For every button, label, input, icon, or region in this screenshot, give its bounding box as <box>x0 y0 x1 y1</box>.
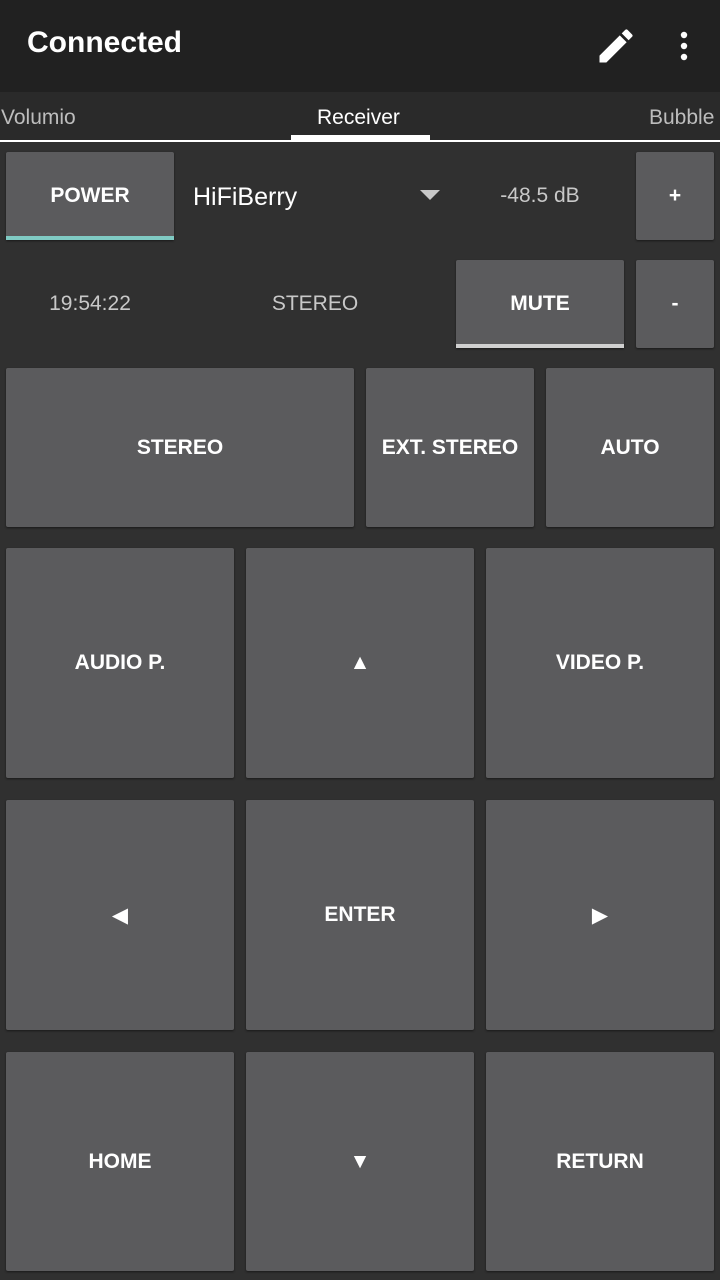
volume-level: -48.5 dB <box>500 184 580 207</box>
return-label: RETURN <box>556 1149 644 1173</box>
stereo-mode-label: STEREO <box>136 435 224 459</box>
power-button-label: POWER <box>50 184 130 207</box>
arrow-left-icon: ◀ <box>111 903 129 927</box>
more-options-button[interactable] <box>666 24 702 68</box>
app-bar: Connected <box>0 0 720 92</box>
volume-up-button[interactable]: + <box>636 152 714 240</box>
stereo-mode-button[interactable]: STEREO <box>6 368 354 527</box>
ext-stereo-mode-label: EXT. STEREO <box>381 435 519 459</box>
dropdown-arrow-icon <box>420 190 440 200</box>
power-state-indicator <box>6 236 174 240</box>
home-label: HOME <box>88 1149 152 1173</box>
tab-receiver[interactable]: Receiver <box>317 92 400 140</box>
tab-volumio[interactable]: Volumio <box>1 92 76 140</box>
arrow-right-icon: ▶ <box>591 903 609 927</box>
auto-mode-button[interactable]: AUTO <box>546 368 714 527</box>
volume-up-label: + <box>668 184 682 207</box>
right-button[interactable]: ▶ <box>486 800 714 1030</box>
enter-label: ENTER <box>324 903 396 926</box>
arrow-up-icon: ▲ <box>349 651 371 674</box>
mute-state-indicator <box>456 344 624 348</box>
pencil-icon <box>599 29 633 63</box>
tab-bubble[interactable]: Bubble <box>649 92 714 140</box>
return-button[interactable]: RETURN <box>486 1052 714 1271</box>
source-selected-value: HiFiBerry <box>193 183 298 211</box>
auto-mode-label: AUTO <box>600 435 660 459</box>
video-p-button[interactable]: VIDEO P. <box>486 548 714 778</box>
down-button[interactable]: ▼ <box>246 1052 474 1271</box>
audio-p-button[interactable]: AUDIO P. <box>6 548 234 778</box>
volume-down-button[interactable]: - <box>636 260 714 348</box>
tab-indicator <box>291 135 430 140</box>
volume-down-label: - <box>671 292 679 315</box>
source-select[interactable]: HiFiBerry <box>180 152 450 240</box>
left-button[interactable]: ◀ <box>6 800 234 1030</box>
home-button[interactable]: HOME <box>6 1052 234 1271</box>
video-p-label: VIDEO P. <box>555 651 645 674</box>
mute-button-label: MUTE <box>510 292 570 315</box>
enter-button[interactable]: ENTER <box>246 800 474 1030</box>
up-button[interactable]: ▲ <box>246 548 474 778</box>
ext-stereo-mode-button[interactable]: EXT. STEREO <box>366 368 534 527</box>
power-button[interactable]: POWER <box>6 152 174 240</box>
edit-button[interactable] <box>592 24 640 68</box>
more-vert-icon <box>680 31 688 61</box>
mute-button[interactable]: MUTE <box>456 260 624 348</box>
page-title: Connected <box>27 26 183 59</box>
arrow-down-icon: ▼ <box>349 1149 371 1173</box>
audio-p-label: AUDIO P. <box>74 651 166 674</box>
clock-time: 19:54:22 <box>49 292 131 315</box>
listening-mode-status: STEREO <box>271 292 359 315</box>
